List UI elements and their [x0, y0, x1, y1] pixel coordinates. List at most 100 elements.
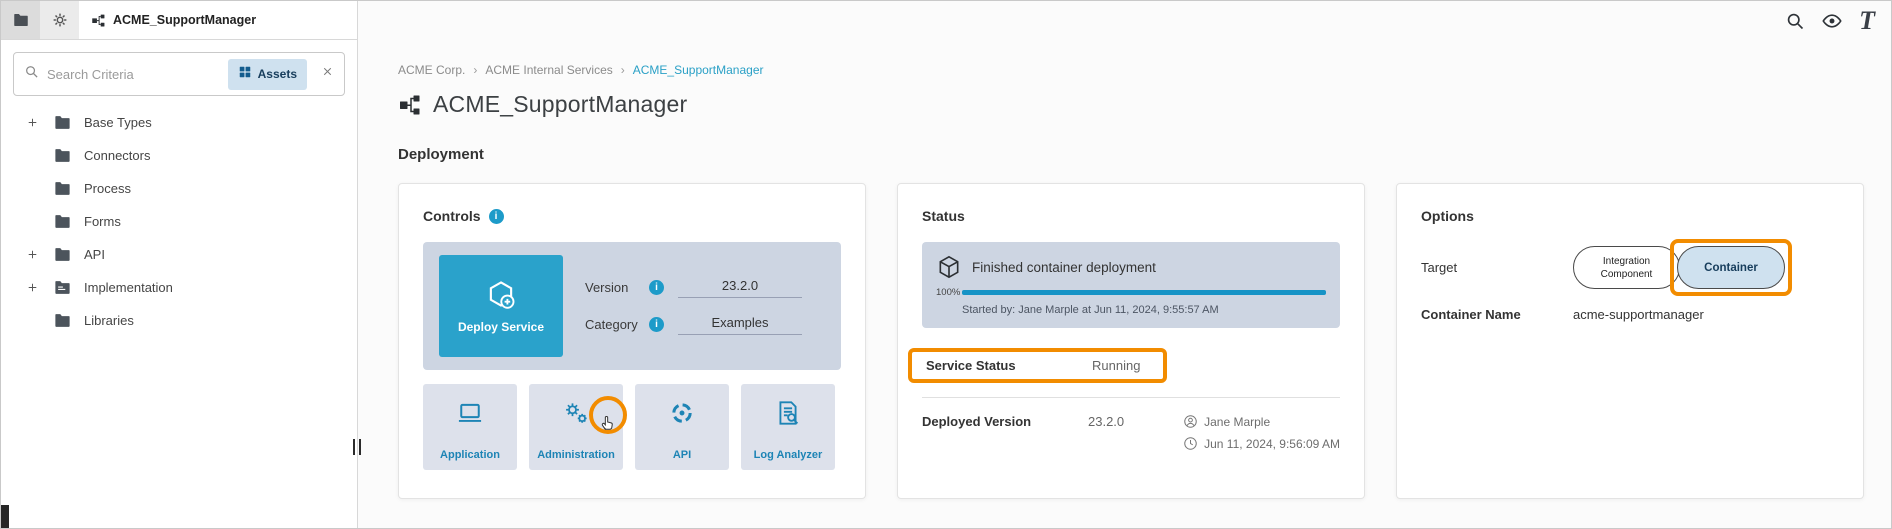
annotation-circle [589, 396, 627, 434]
settings-button[interactable] [40, 1, 79, 39]
tree-item-forms[interactable]: Forms [1, 205, 357, 238]
breadcrumb-current[interactable]: ACME_SupportManager [633, 63, 764, 77]
folder-icon [12, 11, 30, 29]
search-box: Assets [13, 52, 345, 96]
folder-icon [53, 311, 72, 330]
status-card-title: Status [922, 208, 965, 224]
expand-icon[interactable] [19, 248, 45, 261]
deployed-version-value: 23.2.0 [1088, 414, 1124, 429]
deployment-section-title: Deployment [398, 146, 1891, 163]
info-icon[interactable]: i [489, 209, 504, 224]
application-tile[interactable]: Application [423, 384, 517, 470]
deploy-panel: Deploy Service Version i 23.2.0 Category… [423, 242, 841, 370]
container-name-value: acme-supportmanager [1573, 307, 1704, 322]
assets-grid-icon [238, 65, 252, 84]
project-folder-button[interactable] [1, 1, 40, 39]
folder-icon [53, 179, 72, 198]
container-name-label: Container Name [1421, 307, 1573, 322]
folder-icon [53, 212, 72, 231]
options-card: Options Target Integration Component Con… [1396, 183, 1864, 499]
administration-tile[interactable]: Administration [529, 384, 623, 470]
progress-bar [962, 290, 1326, 295]
tree-item-implementation[interactable]: Implementation [1, 271, 357, 304]
assets-filter-chip[interactable]: Assets [228, 59, 307, 90]
expand-icon[interactable] [19, 281, 45, 294]
global-search-icon[interactable] [1785, 11, 1805, 31]
deploy-service-button[interactable]: Deploy Service [439, 255, 563, 357]
deployed-by: Jane Marple [1204, 415, 1270, 429]
progress-percent: 100% [936, 287, 962, 298]
version-label: Version [585, 280, 643, 295]
tree-item-api[interactable]: API [1, 238, 357, 271]
gear-icon [51, 11, 69, 29]
person-icon [1183, 414, 1198, 429]
clear-search-icon[interactable] [321, 65, 334, 83]
hand-cursor-icon [598, 413, 618, 433]
deployment-cards: Controls i Deploy Service Version i 23.2… [398, 183, 1891, 499]
container-icon [936, 254, 962, 280]
deployed-version-row: Deployed Version 23.2.0 Jane Marple Jun … [922, 414, 1340, 451]
page-title: ACME_SupportManager [433, 91, 687, 118]
log-analyzer-icon [774, 399, 802, 427]
implementation-folder-icon [53, 278, 72, 297]
log-analyzer-tile[interactable]: Log Analyzer [741, 384, 835, 470]
deployment-meta: Jane Marple Jun 11, 2024, 9:56:09 AM [1183, 414, 1340, 451]
expand-icon[interactable] [19, 116, 45, 129]
tree-item-label: Process [84, 181, 131, 196]
status-card: Status Finished container deployment 100… [897, 183, 1365, 499]
service-status-value: Running [1092, 358, 1140, 373]
container-name-row: Container Name acme-supportmanager [1421, 307, 1839, 322]
deploy-fields: Version i 23.2.0 Category i Examples [585, 255, 825, 357]
container-option[interactable]: Container [1677, 246, 1785, 289]
breadcrumb-acme-internal-services[interactable]: ACME Internal Services [485, 63, 632, 77]
preview-eye-icon[interactable] [1821, 10, 1843, 32]
service-status-label: Service Status [926, 358, 1092, 373]
divider [922, 397, 1340, 398]
search-icon [24, 64, 39, 84]
application-icon [456, 399, 484, 427]
version-input[interactable]: 23.2.0 [678, 278, 802, 298]
tree-item-process[interactable]: Process [1, 172, 357, 205]
options-card-title: Options [1421, 208, 1474, 224]
deployed-at: Jun 11, 2024, 9:56:09 AM [1204, 437, 1340, 451]
tree-item-connectors[interactable]: Connectors [1, 139, 357, 172]
sidebar-resize-handle[interactable] [353, 439, 361, 455]
deployment-progress: 100% [936, 287, 1326, 298]
project-tab-label: ACME_SupportManager [113, 13, 256, 27]
version-field: Version i 23.2.0 [585, 278, 825, 298]
info-icon[interactable]: i [649, 280, 664, 295]
sidebar-panel: ACME_SupportManager Assets Base Types Co… [1, 1, 358, 528]
integration-component-option[interactable]: Integration Component [1573, 246, 1680, 289]
breadcrumb-acme-corp[interactable]: ACME Corp. [398, 63, 485, 77]
deploy-service-icon [485, 279, 517, 311]
info-icon[interactable]: i [649, 317, 664, 332]
tree-item-label: Forms [84, 214, 121, 229]
folder-icon [53, 146, 72, 165]
folder-icon [53, 113, 72, 132]
main-content: ACME Corp. ACME Internal Services ACME_S… [358, 1, 1891, 528]
app-window: T ACME_SupportManager Assets Base [0, 0, 1892, 529]
category-label: Category [585, 317, 643, 332]
deployed-version-label: Deployed Version [922, 414, 1088, 429]
started-by-text: Started by: Jane Marple at Jun 11, 2024,… [962, 304, 1326, 316]
breadcrumb: ACME Corp. ACME Internal Services ACME_S… [398, 63, 1891, 77]
search-input[interactable] [47, 67, 220, 82]
tree-item-label: Implementation [84, 280, 173, 295]
global-toolbar: T [1785, 8, 1875, 34]
administration-icon [562, 399, 590, 427]
deployment-status-panel: Finished container deployment 100% Start… [922, 242, 1340, 328]
category-input[interactable]: Examples [678, 315, 802, 335]
page-header: ACME_SupportManager [398, 91, 1891, 118]
api-tile[interactable]: API [635, 384, 729, 470]
asset-tree: Base Types Connectors Process Forms API [1, 106, 357, 337]
folder-icon [53, 245, 72, 264]
clock-icon [1183, 436, 1198, 451]
tree-item-label: Base Types [84, 115, 152, 130]
brand-logo: T [1859, 8, 1875, 34]
deployment-message: Finished container deployment [972, 260, 1156, 275]
panel-edge [1, 505, 9, 528]
tree-item-libraries[interactable]: Libraries [1, 304, 357, 337]
project-icon [91, 13, 106, 28]
tree-item-base-types[interactable]: Base Types [1, 106, 357, 139]
project-tab[interactable]: ACME_SupportManager [79, 1, 268, 39]
